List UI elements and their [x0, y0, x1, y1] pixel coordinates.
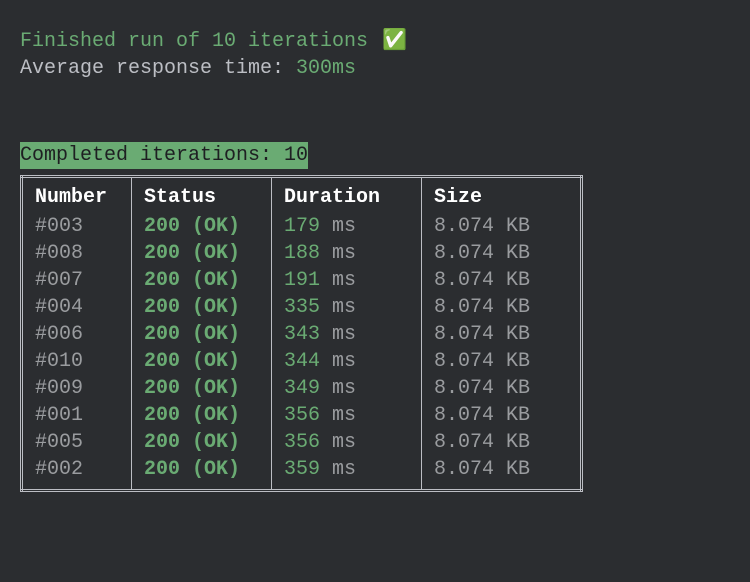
- cell-duration: 349 ms: [272, 375, 422, 402]
- col-header-duration: Duration: [272, 177, 422, 214]
- table-row: #003200 (OK)179 ms8.074 KB: [22, 213, 582, 240]
- duration-value: 179: [284, 215, 320, 238]
- cell-status: 200 (OK): [132, 294, 272, 321]
- table-row: #009200 (OK)349 ms8.074 KB: [22, 375, 582, 402]
- cell-status: 200 (OK): [132, 240, 272, 267]
- duration-unit: ms: [332, 431, 356, 454]
- duration-value: 349: [284, 377, 320, 400]
- cell-status: 200 (OK): [132, 348, 272, 375]
- avg-response-label: Average response time:: [20, 57, 296, 80]
- avg-response-value: 300ms: [296, 57, 356, 80]
- duration-value: 343: [284, 323, 320, 346]
- cell-duration: 179 ms: [272, 213, 422, 240]
- duration-unit: ms: [332, 350, 356, 373]
- cell-number: #008: [22, 240, 132, 267]
- duration-unit: ms: [332, 458, 356, 481]
- cell-duration: 356 ms: [272, 429, 422, 456]
- table-row: #010200 (OK)344 ms8.074 KB: [22, 348, 582, 375]
- cell-number: #007: [22, 267, 132, 294]
- cell-size: 8.074 KB: [422, 267, 582, 294]
- cell-size: 8.074 KB: [422, 321, 582, 348]
- table-row: #004200 (OK)335 ms8.074 KB: [22, 294, 582, 321]
- cell-status: 200 (OK): [132, 429, 272, 456]
- cell-duration: 335 ms: [272, 294, 422, 321]
- cell-number: #010: [22, 348, 132, 375]
- cell-status: 200 (OK): [132, 321, 272, 348]
- duration-unit: ms: [332, 323, 356, 346]
- duration-unit: ms: [332, 242, 356, 265]
- check-icon: ✅: [382, 30, 407, 53]
- cell-status: 200 (OK): [132, 375, 272, 402]
- col-header-number: Number: [22, 177, 132, 214]
- duration-value: 356: [284, 431, 320, 454]
- table-row: #008200 (OK)188 ms8.074 KB: [22, 240, 582, 267]
- duration-value: 344: [284, 350, 320, 373]
- col-header-status: Status: [132, 177, 272, 214]
- duration-unit: ms: [332, 296, 356, 319]
- duration-value: 359: [284, 458, 320, 481]
- col-header-size: Size: [422, 177, 582, 214]
- cell-duration: 343 ms: [272, 321, 422, 348]
- cell-number: #006: [22, 321, 132, 348]
- cell-size: 8.074 KB: [422, 240, 582, 267]
- cell-status: 200 (OK): [132, 456, 272, 491]
- duration-value: 356: [284, 404, 320, 427]
- cell-size: 8.074 KB: [422, 294, 582, 321]
- cell-number: #001: [22, 402, 132, 429]
- iterations-table: Number Status Duration Size #003200 (OK)…: [20, 175, 583, 492]
- cell-status: 200 (OK): [132, 267, 272, 294]
- cell-duration: 359 ms: [272, 456, 422, 491]
- table-row: #002200 (OK)359 ms8.074 KB: [22, 456, 582, 491]
- table-row: #001200 (OK)356 ms8.074 KB: [22, 402, 582, 429]
- duration-value: 188: [284, 242, 320, 265]
- cell-status: 200 (OK): [132, 402, 272, 429]
- cell-number: #003: [22, 213, 132, 240]
- cell-number: #005: [22, 429, 132, 456]
- cell-status: 200 (OK): [132, 213, 272, 240]
- table-row: #006200 (OK)343 ms8.074 KB: [22, 321, 582, 348]
- table-row: #005200 (OK)356 ms8.074 KB: [22, 429, 582, 456]
- table-row: #007200 (OK)191 ms8.074 KB: [22, 267, 582, 294]
- cell-size: 8.074 KB: [422, 348, 582, 375]
- cell-size: 8.074 KB: [422, 375, 582, 402]
- cell-size: 8.074 KB: [422, 213, 582, 240]
- run-finished-text: Finished run of 10 iterations: [20, 30, 368, 53]
- cell-number: #009: [22, 375, 132, 402]
- cell-duration: 188 ms: [272, 240, 422, 267]
- duration-unit: ms: [332, 404, 356, 427]
- duration-unit: ms: [332, 269, 356, 292]
- completed-iterations-title: Completed iterations: 10: [20, 142, 308, 169]
- cell-duration: 356 ms: [272, 402, 422, 429]
- cell-number: #004: [22, 294, 132, 321]
- cell-duration: 191 ms: [272, 267, 422, 294]
- duration-unit: ms: [332, 215, 356, 238]
- cell-size: 8.074 KB: [422, 402, 582, 429]
- iterations-table-wrap: Number Status Duration Size #003200 (OK)…: [20, 175, 730, 492]
- cell-size: 8.074 KB: [422, 429, 582, 456]
- duration-value: 191: [284, 269, 320, 292]
- cell-duration: 344 ms: [272, 348, 422, 375]
- duration-unit: ms: [332, 377, 356, 400]
- cell-size: 8.074 KB: [422, 456, 582, 491]
- cell-number: #002: [22, 456, 132, 491]
- avg-response-line: Average response time: 300ms: [20, 55, 730, 82]
- table-header-row: Number Status Duration Size: [22, 177, 582, 214]
- run-finished-line: Finished run of 10 iterations ✅: [20, 28, 730, 55]
- duration-value: 335: [284, 296, 320, 319]
